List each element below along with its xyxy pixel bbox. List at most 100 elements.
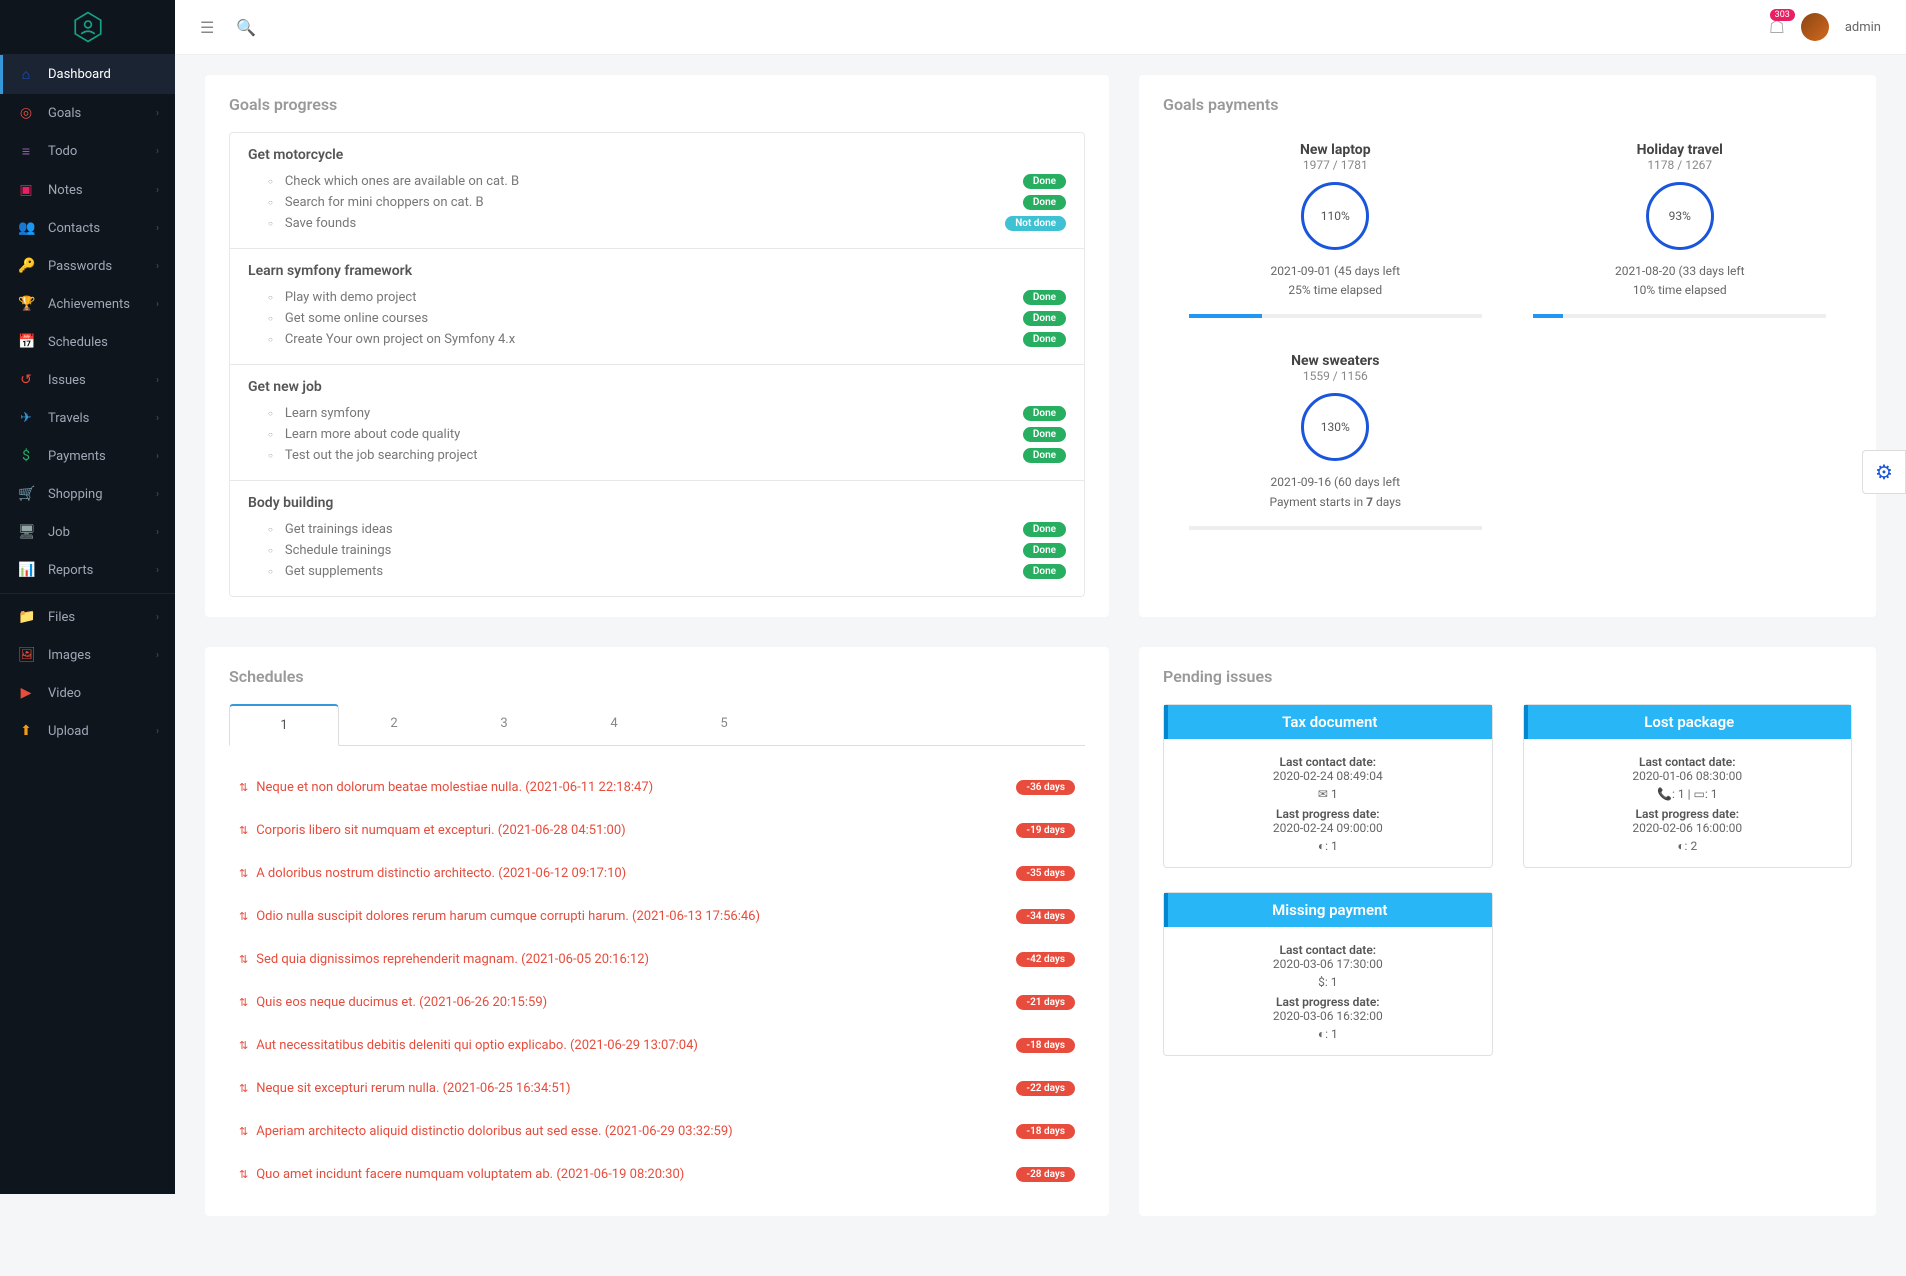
issue-card[interactable]: Missing payment Last contact date: 2020-… <box>1163 892 1492 1056</box>
payments-icon: $ <box>18 448 34 464</box>
goal-item-text: Schedule trainings <box>285 543 392 558</box>
progress-bar <box>1189 526 1482 530</box>
days-badge: -21 days <box>1016 995 1075 1010</box>
status-badge: Done <box>1023 427 1066 442</box>
schedule-item[interactable]: ⇅Aperiam architecto aliquid distinctio d… <box>229 1110 1085 1153</box>
achievements-icon: 🏆 <box>18 296 34 312</box>
sidebar-item-passwords[interactable]: 🔑Passwords› <box>0 247 175 285</box>
goal-item-text: Get some online courses <box>285 311 428 326</box>
sidebar-item-label: Todo <box>48 144 77 159</box>
days-badge: -36 days <box>1016 780 1075 795</box>
schedule-item[interactable]: ⇅Corporis libero sit numquam et exceptur… <box>229 809 1085 852</box>
sidebar-item-files[interactable]: 📁Files› <box>0 598 175 636</box>
sidebar-item-video[interactable]: ▶Video <box>0 674 175 712</box>
issue-meta2: ◐: 2 <box>1538 839 1837 853</box>
sidebar-item-label: Job <box>48 525 70 540</box>
settings-gear-icon[interactable]: ⚙ <box>1862 450 1906 494</box>
days-badge: -18 days <box>1016 1124 1075 1139</box>
chevron-right-icon: › <box>156 223 159 234</box>
days-badge: -22 days <box>1016 1081 1075 1096</box>
goal-item: Get trainings ideasDone <box>248 519 1066 540</box>
sidebar-item-payments[interactable]: $Payments› <box>0 437 175 475</box>
sidebar-item-images[interactable]: 🖼Images› <box>0 636 175 674</box>
card-title: Schedules <box>229 667 1085 686</box>
payment-amount: 1178 / 1267 <box>1508 158 1852 172</box>
chevron-right-icon: › <box>156 108 159 119</box>
issue-title: Tax document <box>1164 705 1491 739</box>
payment-progress-circle: 93% <box>1646 182 1714 250</box>
logo[interactable] <box>0 0 175 55</box>
schedule-item[interactable]: ⇅Odio nulla suscipit dolores rerum harum… <box>229 895 1085 938</box>
tab-3[interactable]: 3 <box>449 704 559 745</box>
schedule-item[interactable]: ⇅Sed quia dignissimos reprehenderit magn… <box>229 938 1085 981</box>
sidebar-item-reports[interactable]: 📊Reports› <box>0 551 175 589</box>
schedule-item[interactable]: ⇅Quis eos neque ducimus et. (2021-06-26 … <box>229 981 1085 1024</box>
avatar[interactable] <box>1801 13 1829 41</box>
username[interactable]: admin <box>1845 20 1881 35</box>
schedule-item[interactable]: ⇅Quo amet incidunt facere numquam volupt… <box>229 1153 1085 1196</box>
topbar: ☰ 🔍 ☖303 admin <box>175 0 1906 55</box>
sort-icon: ⇅ <box>239 1125 248 1138</box>
payment-amount: 1559 / 1156 <box>1163 369 1507 383</box>
sort-icon: ⇅ <box>239 996 248 1009</box>
schedule-text: A doloribus nostrum distinctio architect… <box>256 866 626 881</box>
sidebar-item-dashboard[interactable]: ⌂Dashboard <box>0 55 175 94</box>
goal-item-text: Save founds <box>285 216 356 231</box>
goal-item: Learn more about code qualityDone <box>248 424 1066 445</box>
sidebar-item-todo[interactable]: ≡Todo› <box>0 132 175 171</box>
issue-meta2: ◐: 1 <box>1178 1027 1477 1041</box>
status-badge: Done <box>1023 406 1066 421</box>
payment-info: 2021-09-16 (60 days leftPayment starts i… <box>1163 473 1507 511</box>
goal-item-text: Learn symfony <box>285 406 370 421</box>
goal-item: Search for mini choppers on cat. BDone <box>248 192 1066 213</box>
chevron-right-icon: › <box>156 451 159 462</box>
sort-icon: ⇅ <box>239 953 248 966</box>
schedule-text: Corporis libero sit numquam et excepturi… <box>256 823 625 838</box>
sidebar-item-notes[interactable]: ▣Notes› <box>0 171 175 209</box>
sidebar-item-upload[interactable]: ⬆Upload› <box>0 712 175 750</box>
tab-1[interactable]: 1 <box>229 704 339 746</box>
schedule-text: Neque et non dolorum beatae molestiae nu… <box>256 780 653 795</box>
schedule-item[interactable]: ⇅Neque sit excepturi rerum nulla. (2021-… <box>229 1067 1085 1110</box>
issue-card[interactable]: Tax document Last contact date: 2020-02-… <box>1163 704 1492 868</box>
goal-item-text: Search for mini choppers on cat. B <box>285 195 484 210</box>
sidebar-item-shopping[interactable]: 🛒Shopping› <box>0 475 175 513</box>
payment-amount: 1977 / 1781 <box>1163 158 1507 172</box>
status-badge: Done <box>1023 332 1066 347</box>
contact-date: 2020-01-06 08:30:00 <box>1538 769 1837 783</box>
chevron-right-icon: › <box>156 146 159 157</box>
sidebar-item-achievements[interactable]: 🏆Achievements› <box>0 285 175 323</box>
progress-label: Last progress date: <box>1178 807 1477 821</box>
days-badge: -28 days <box>1016 1167 1075 1182</box>
goal-item-text: Get trainings ideas <box>285 522 393 537</box>
sidebar-item-goals[interactable]: ◎Goals› <box>0 94 175 132</box>
notifications-icon[interactable]: ☖303 <box>1769 17 1785 38</box>
sidebar-item-contacts[interactable]: 👥Contacts› <box>0 209 175 247</box>
sidebar-item-job[interactable]: 🖥Job› <box>0 513 175 551</box>
menu-toggle-icon[interactable]: ☰ <box>200 18 214 37</box>
contacts-icon: 👥 <box>18 220 34 236</box>
sidebar-item-schedules[interactable]: 📅Schedules <box>0 323 175 361</box>
pending-issues-card: Pending issues Tax document Last contact… <box>1139 647 1876 1216</box>
tab-2[interactable]: 2 <box>339 704 449 745</box>
goal-item-text: Test out the job searching project <box>285 448 478 463</box>
sidebar-item-label: Video <box>48 686 81 701</box>
sidebar-item-label: Dashboard <box>48 67 111 82</box>
sidebar-item-travels[interactable]: ✈Travels› <box>0 399 175 437</box>
schedule-item[interactable]: ⇅Aut necessitatibus debitis deleniti qui… <box>229 1024 1085 1067</box>
reports-icon: 📊 <box>18 562 34 578</box>
goal-item: Create Your own project on Symfony 4.xDo… <box>248 329 1066 350</box>
issue-meta: $: 1 <box>1178 975 1477 989</box>
sort-icon: ⇅ <box>239 910 248 923</box>
schedule-item[interactable]: ⇅ Neque et non dolorum beatae molestiae n… <box>229 766 1085 809</box>
sidebar-item-issues[interactable]: ↺Issues› <box>0 361 175 399</box>
issue-card[interactable]: Lost package Last contact date: 2020-01-… <box>1523 704 1852 868</box>
schedule-item[interactable]: ⇅A doloribus nostrum distinctio architec… <box>229 852 1085 895</box>
search-icon[interactable]: 🔍 <box>236 18 256 37</box>
sidebar-item-label: Achievements <box>48 297 130 312</box>
tab-4[interactable]: 4 <box>559 704 669 745</box>
tab-5[interactable]: 5 <box>669 704 779 745</box>
goal-name: Get motorcycle <box>248 147 1066 163</box>
sort-icon: ⇅ <box>239 781 248 794</box>
notes-icon: ▣ <box>18 182 34 198</box>
